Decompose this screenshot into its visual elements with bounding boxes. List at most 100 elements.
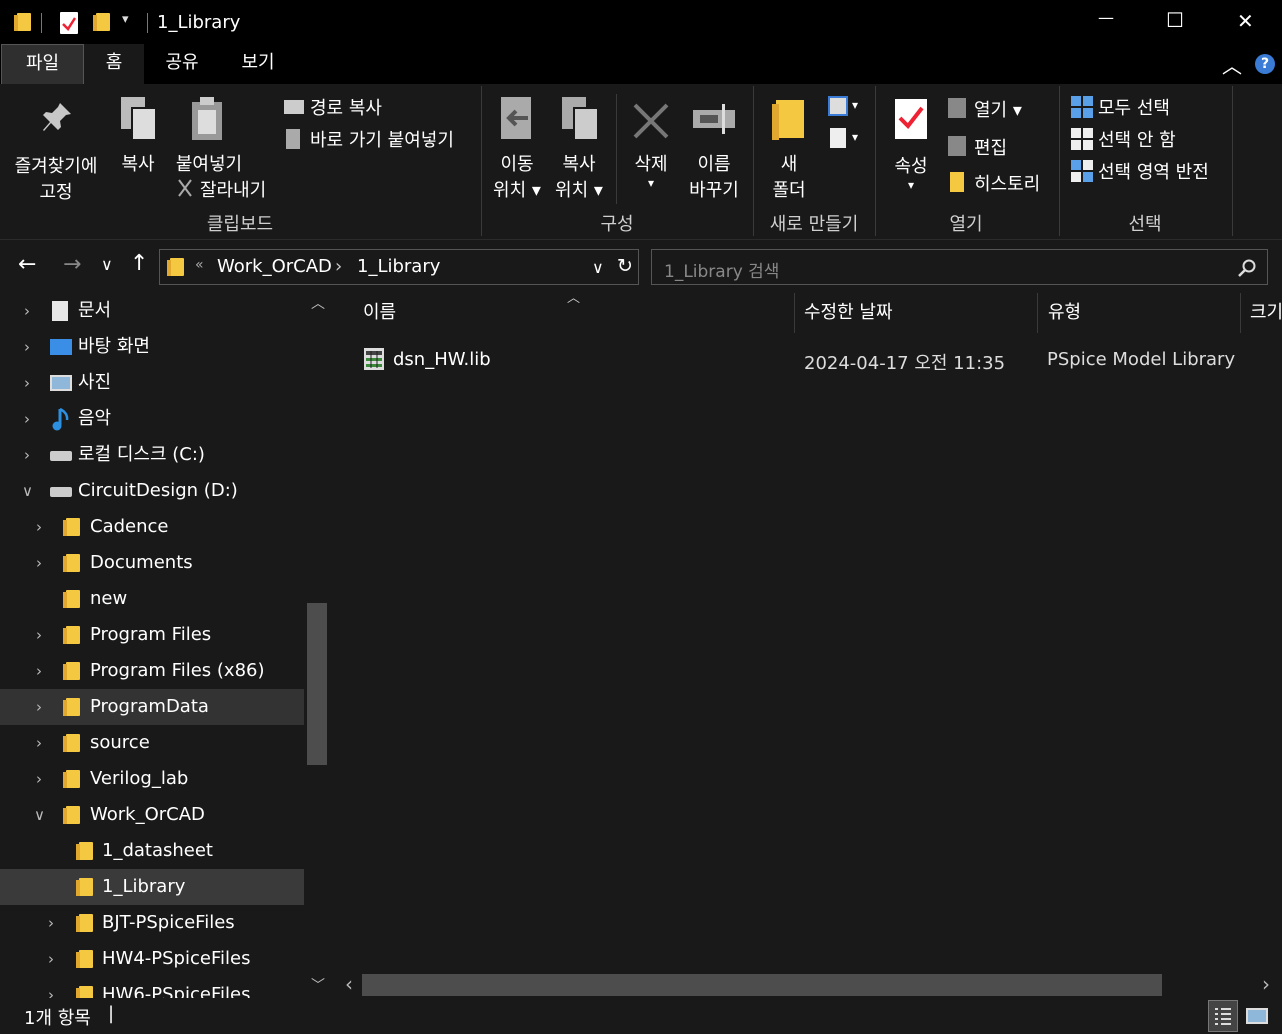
back-button[interactable]: ← bbox=[18, 252, 36, 277]
nav-scrollbar[interactable]: ︿ ﹀ bbox=[305, 293, 330, 998]
expand-icon[interactable]: › bbox=[36, 545, 42, 581]
scroll-right-icon[interactable]: › bbox=[1262, 972, 1270, 996]
minimize-button[interactable]: — bbox=[1098, 8, 1114, 27]
nav-item-music[interactable]: › 음악 bbox=[0, 401, 304, 437]
select-none-button[interactable]: 선택 안 함 bbox=[1070, 126, 1220, 152]
expand-icon[interactable]: › bbox=[36, 689, 42, 725]
properties-dropdown-icon[interactable]: ▾ bbox=[884, 178, 938, 192]
file-row[interactable]: dsn_HW.lib 2024-04-17 오전 11:35 PSpice Mo… bbox=[353, 343, 1273, 379]
nav-item-circuitdesign-d[interactable]: ∨ CircuitDesign (D:) bbox=[0, 473, 304, 509]
expand-icon[interactable]: › bbox=[36, 725, 42, 761]
new-item-button[interactable]: ▾ bbox=[826, 94, 864, 120]
search-box[interactable]: 1_Library 검색 bbox=[651, 249, 1268, 285]
nav-item-program-files[interactable]: › Program Files bbox=[0, 617, 304, 653]
expand-icon[interactable]: › bbox=[24, 329, 30, 365]
column-divider[interactable] bbox=[1240, 293, 1241, 333]
column-divider[interactable] bbox=[794, 293, 795, 333]
nav-item-hw6-pspicefiles[interactable]: › HW6-PSpiceFiles bbox=[0, 977, 304, 998]
nav-item-documents[interactable]: › 문서 bbox=[0, 293, 304, 329]
delete-dropdown-icon[interactable]: ▾ bbox=[624, 176, 678, 190]
nav-item-hw4-pspicefiles[interactable]: › HW4-PSpiceFiles bbox=[0, 941, 304, 977]
scroll-down-icon[interactable]: ﹀ bbox=[311, 975, 325, 995]
close-button[interactable]: ✕ bbox=[1237, 9, 1254, 33]
details-view-button[interactable] bbox=[1208, 1000, 1238, 1032]
nav-item-1-library[interactable]: 1_Library bbox=[0, 869, 304, 905]
column-header-date[interactable]: 수정한 날짜 bbox=[804, 293, 893, 333]
nav-item-local-disk-c[interactable]: › 로컬 디스크 (C:) bbox=[0, 437, 304, 473]
new-item-dropdown-icon[interactable]: ▾ bbox=[852, 98, 858, 112]
invert-selection-button[interactable]: 선택 영역 반전 bbox=[1070, 158, 1230, 184]
forward-button[interactable]: → bbox=[63, 252, 81, 277]
address-dropdown-icon[interactable]: ∨ bbox=[592, 258, 604, 277]
easy-access-button[interactable]: ▾ bbox=[826, 126, 864, 152]
new-folder-qat-icon[interactable] bbox=[93, 13, 110, 31]
nav-item-work-orcad[interactable]: ∨ Work_OrCAD bbox=[0, 797, 304, 833]
properties-button[interactable]: 속성 ▾ bbox=[884, 90, 938, 206]
expand-icon[interactable]: › bbox=[48, 941, 54, 977]
refresh-icon[interactable]: ↻ bbox=[617, 255, 633, 277]
nav-item-program-files-x86[interactable]: › Program Files (x86) bbox=[0, 653, 304, 689]
expand-icon[interactable]: › bbox=[36, 617, 42, 653]
collapse-icon[interactable]: ∨ bbox=[34, 797, 45, 833]
expand-icon[interactable]: › bbox=[36, 653, 42, 689]
move-to-button[interactable]: 이동 위치 ▾ bbox=[488, 90, 546, 206]
nav-item-documents-folder[interactable]: › Documents bbox=[0, 545, 304, 581]
tab-home[interactable]: 홈 bbox=[84, 44, 144, 85]
cut-button[interactable]: 잘라내기 bbox=[174, 174, 284, 201]
scroll-left-icon[interactable]: ‹ bbox=[345, 972, 353, 996]
breadcrumb-work-orcad[interactable]: Work_OrCAD bbox=[217, 256, 332, 277]
copy-to-button[interactable]: 복사 위치 ▾ bbox=[550, 90, 608, 206]
nav-item-desktop[interactable]: › 바탕 화면 bbox=[0, 329, 304, 365]
properties-qat-icon[interactable] bbox=[60, 12, 78, 34]
tab-view[interactable]: 보기 bbox=[228, 44, 288, 84]
rename-button[interactable]: 이름 바꾸기 bbox=[682, 90, 746, 206]
breadcrumb-1-library[interactable]: 1_Library bbox=[357, 256, 440, 277]
column-header-type[interactable]: 유형 bbox=[1048, 293, 1081, 333]
scroll-up-icon[interactable]: ︿ bbox=[311, 293, 325, 313]
breadcrumb-overflow[interactable]: « bbox=[195, 257, 204, 273]
expand-icon[interactable]: › bbox=[24, 365, 30, 401]
nav-item-source[interactable]: › source bbox=[0, 725, 304, 761]
up-button[interactable]: ↑ bbox=[130, 251, 148, 276]
tab-file[interactable]: 파일 bbox=[1, 44, 84, 84]
tab-share[interactable]: 공유 bbox=[152, 44, 212, 84]
paste-shortcut-button[interactable]: 바로 가기 붙여넣기 bbox=[282, 126, 482, 152]
breadcrumb-separator[interactable]: › bbox=[335, 256, 342, 277]
qat-dropdown-icon[interactable]: ▾ bbox=[122, 12, 129, 27]
copy-path-button[interactable]: 경로 복사 bbox=[282, 94, 482, 120]
nav-item-bjt-pspicefiles[interactable]: › BJT-PSpiceFiles bbox=[0, 905, 304, 941]
maximize-button[interactable]: ☐ bbox=[1166, 8, 1184, 32]
nav-item-1-datasheet[interactable]: 1_datasheet bbox=[0, 833, 304, 869]
open-button[interactable]: 열기 ▾ bbox=[946, 96, 1046, 122]
collapse-icon[interactable]: ∨ bbox=[22, 473, 33, 509]
collapse-ribbon-icon[interactable]: ︿ bbox=[1222, 50, 1242, 79]
search-icon[interactable] bbox=[1238, 259, 1256, 277]
nav-scrollbar-thumb[interactable] bbox=[307, 603, 327, 765]
edit-button[interactable]: 편집 bbox=[946, 134, 1046, 160]
select-all-button[interactable]: 모두 선택 bbox=[1070, 94, 1220, 120]
expand-icon[interactable]: › bbox=[24, 401, 30, 437]
column-header-name[interactable]: 이름 bbox=[363, 293, 396, 333]
horizontal-scrollbar[interactable]: ‹ › bbox=[337, 972, 1280, 998]
search-input[interactable]: 1_Library 검색 bbox=[664, 257, 779, 282]
help-icon[interactable]: ? bbox=[1255, 54, 1275, 74]
delete-button[interactable]: 삭제 ▾ bbox=[624, 90, 678, 206]
nav-item-cadence[interactable]: › Cadence bbox=[0, 509, 304, 545]
easy-access-dropdown-icon[interactable]: ▾ bbox=[852, 130, 858, 144]
large-icons-view-button[interactable] bbox=[1242, 1000, 1274, 1032]
horizontal-scrollbar-thumb[interactable] bbox=[362, 974, 1162, 996]
expand-icon[interactable]: › bbox=[48, 977, 54, 998]
expand-icon[interactable]: › bbox=[24, 437, 30, 473]
expand-icon[interactable]: › bbox=[36, 509, 42, 545]
nav-item-pictures[interactable]: › 사진 bbox=[0, 365, 304, 401]
nav-item-new[interactable]: new bbox=[0, 581, 304, 617]
expand-icon[interactable]: › bbox=[36, 761, 42, 797]
address-bar[interactable]: « Work_OrCAD › 1_Library ∨ ↻ bbox=[159, 249, 639, 285]
column-divider[interactable] bbox=[1037, 293, 1038, 333]
paste-button[interactable]: 붙여넣기 bbox=[168, 90, 250, 180]
copy-button[interactable]: 복사 bbox=[112, 90, 164, 180]
nav-item-verilog-lab[interactable]: › Verilog_lab bbox=[0, 761, 304, 797]
history-button[interactable]: 히스토리 bbox=[946, 170, 1056, 196]
recent-locations-button[interactable]: ∨ bbox=[101, 255, 113, 274]
expand-icon[interactable]: › bbox=[24, 293, 30, 329]
